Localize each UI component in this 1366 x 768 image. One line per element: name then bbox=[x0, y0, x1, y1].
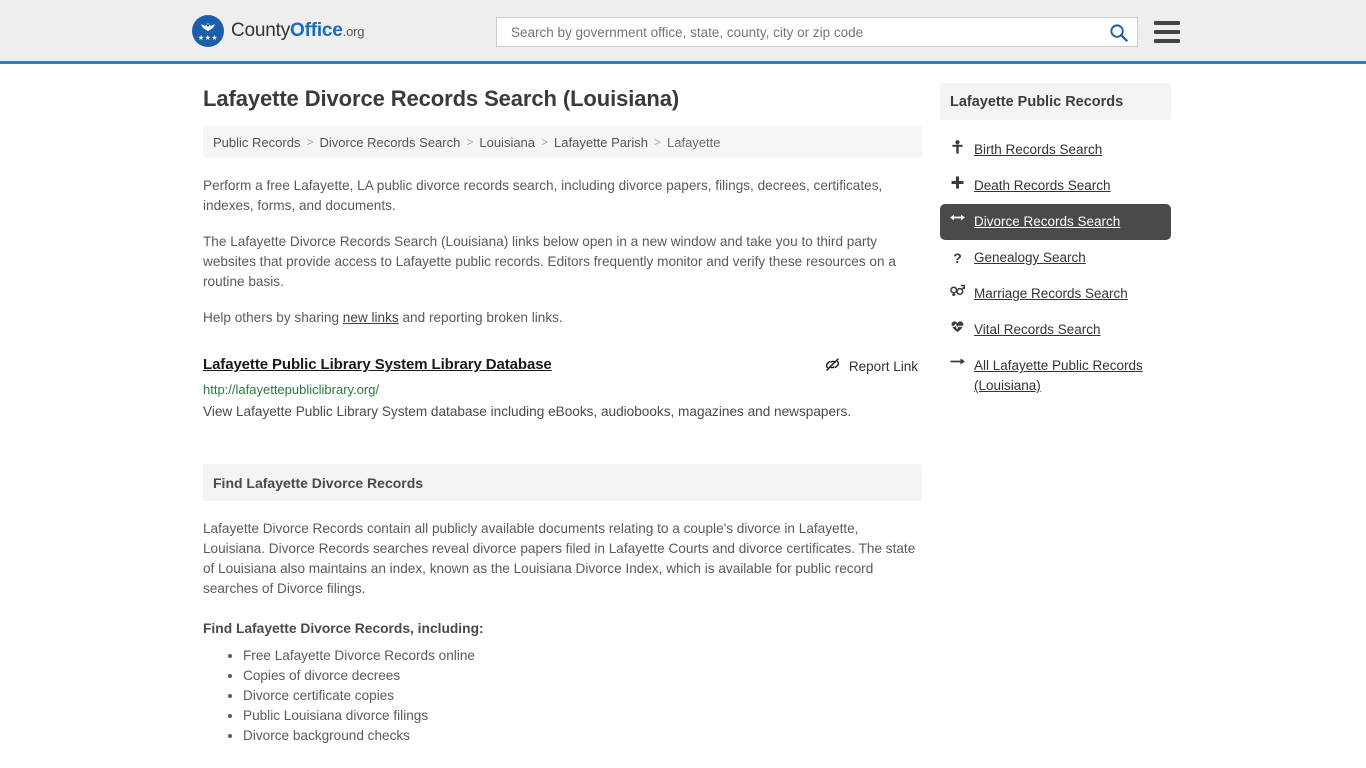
sidebar-list: Birth Records Search Death Records Searc… bbox=[939, 132, 1171, 404]
logo-wordmark: CountyOffice.org bbox=[231, 20, 364, 42]
sidebar-item-label: All Lafayette Public Records (Louisiana) bbox=[973, 358, 1143, 393]
stars-decoration: ★★★ bbox=[197, 34, 219, 42]
breadcrumb: Public Records > Divorce Records Search … bbox=[203, 126, 922, 158]
logo-county-text: County bbox=[231, 19, 291, 41]
sidebar: Lafayette Public Records Birth Records S… bbox=[939, 64, 1171, 746]
sidebar-heading: Lafayette Public Records bbox=[939, 83, 1171, 120]
sidebar-item-birth-records-search[interactable]: Birth Records Search bbox=[940, 132, 1171, 168]
share-text-after: and reporting broken links. bbox=[398, 310, 563, 325]
sidebar-item-death-records-search[interactable]: Death Records Search bbox=[940, 168, 1171, 204]
report-link-label: Report Link bbox=[848, 358, 918, 374]
heartbeat-icon bbox=[950, 320, 965, 333]
breadcrumb-separator: > bbox=[466, 135, 474, 149]
records-list: Free Lafayette Divorce Records online Co… bbox=[203, 646, 922, 746]
new-links-link[interactable]: new links bbox=[343, 310, 399, 325]
result-header-row: Lafayette Public Library System Library … bbox=[203, 356, 922, 376]
breadcrumb-item-divorce-records-search[interactable]: Divorce Records Search bbox=[319, 135, 460, 150]
cross-plus-icon bbox=[950, 176, 965, 189]
hamburger-menu-icon[interactable] bbox=[1154, 21, 1180, 43]
logo-office-text: Office bbox=[290, 19, 343, 41]
page-body: Lafayette Divorce Records Search (Louisi… bbox=[0, 64, 1366, 746]
site-logo[interactable]: ★★★ CountyOffice.org bbox=[192, 14, 364, 47]
sidebar-item-all-lafayette-public-records[interactable]: All Lafayette Public Records (Louisiana) bbox=[940, 348, 1171, 404]
logo-tld-text: .org bbox=[342, 23, 365, 39]
hamburger-bar bbox=[1154, 21, 1180, 25]
intro-paragraph-2: The Lafayette Divorce Records Search (Lo… bbox=[203, 234, 896, 289]
sidebar-item-marriage-records-search[interactable]: Marriage Records Search bbox=[940, 276, 1171, 312]
report-link-button[interactable]: Report Link bbox=[824, 356, 922, 376]
search-input[interactable] bbox=[509, 23, 1107, 41]
sidebar-item-label: Birth Records Search bbox=[973, 142, 1103, 157]
venus-mars-icon bbox=[950, 284, 965, 297]
main-column: Lafayette Divorce Records Search (Louisi… bbox=[203, 64, 922, 746]
intro-text: Perform a free Lafayette, LA public divo… bbox=[203, 176, 922, 328]
list-item: Divorce certificate copies bbox=[243, 686, 922, 706]
site-header: ★★★ CountyOffice.org bbox=[0, 0, 1366, 64]
breadcrumb-separator: > bbox=[653, 135, 661, 149]
result-item: Lafayette Public Library System Library … bbox=[203, 356, 922, 422]
search-icon[interactable] bbox=[1107, 21, 1129, 43]
breadcrumb-item-lafayette-parish[interactable]: Lafayette Parish bbox=[554, 135, 648, 150]
sidebar-item-genealogy-search[interactable]: ? Genealogy Search bbox=[940, 240, 1171, 276]
share-text-before: Help others by sharing bbox=[203, 310, 343, 325]
find-records-section: Find Lafayette Divorce Records Lafayette… bbox=[203, 464, 922, 746]
sidebar-item-vital-records-search[interactable]: Vital Records Search bbox=[940, 312, 1171, 348]
result-url-link[interactable]: http://lafayettepubliclibrary.org/ bbox=[203, 382, 922, 397]
eagle-icon bbox=[201, 22, 215, 31]
header-search-area bbox=[496, 17, 1180, 47]
list-item: Divorce background checks bbox=[243, 726, 922, 746]
page-title: Lafayette Divorce Records Search (Louisi… bbox=[203, 86, 680, 111]
section-paragraph: Lafayette Divorce Records contain all pu… bbox=[203, 521, 916, 596]
breadcrumb-item-public-records[interactable]: Public Records bbox=[213, 135, 300, 150]
sidebar-item-label: Death Records Search bbox=[973, 178, 1111, 193]
sidebar-item-label: Genealogy Search bbox=[973, 250, 1086, 265]
list-item: Copies of divorce decrees bbox=[243, 666, 922, 686]
intro-paragraph-1: Perform a free Lafayette, LA public divo… bbox=[203, 178, 883, 213]
left-right-arrow-icon bbox=[949, 212, 965, 223]
breadcrumb-item-lafayette: Lafayette bbox=[667, 134, 721, 150]
intro-paragraph-3: Help others by sharing new links and rep… bbox=[203, 308, 922, 328]
list-item: Free Lafayette Divorce Records online bbox=[243, 646, 922, 666]
arrow-right-icon bbox=[950, 356, 965, 367]
breadcrumb-separator: > bbox=[306, 135, 314, 149]
section-list-heading: Find Lafayette Divorce Records, includin… bbox=[203, 621, 484, 636]
sidebar-item-label: Vital Records Search bbox=[973, 322, 1101, 337]
question-mark-icon: ? bbox=[953, 250, 962, 266]
search-box[interactable] bbox=[496, 17, 1138, 47]
breadcrumb-item-louisiana[interactable]: Louisiana bbox=[479, 135, 535, 150]
sidebar-item-label: Marriage Records Search bbox=[973, 286, 1128, 301]
baby-icon bbox=[950, 140, 965, 154]
section-body: Lafayette Divorce Records contain all pu… bbox=[203, 519, 922, 746]
eagle-emblem-icon: ★★★ bbox=[192, 14, 224, 47]
content-container: Lafayette Divorce Records Search (Louisi… bbox=[195, 64, 1171, 746]
section-heading: Find Lafayette Divorce Records bbox=[203, 464, 922, 501]
result-description: View Lafayette Public Library System dat… bbox=[203, 404, 852, 419]
breadcrumb-separator: > bbox=[541, 135, 549, 149]
hamburger-bar bbox=[1154, 39, 1180, 43]
sidebar-item-label: Divorce Records Search bbox=[973, 214, 1121, 229]
broken-link-icon bbox=[824, 356, 841, 376]
sidebar-item-divorce-records-search[interactable]: Divorce Records Search bbox=[939, 204, 1171, 240]
hamburger-bar bbox=[1154, 30, 1180, 34]
list-item: Public Louisiana divorce filings bbox=[243, 706, 922, 726]
result-title-link[interactable]: Lafayette Public Library System Library … bbox=[203, 356, 552, 373]
